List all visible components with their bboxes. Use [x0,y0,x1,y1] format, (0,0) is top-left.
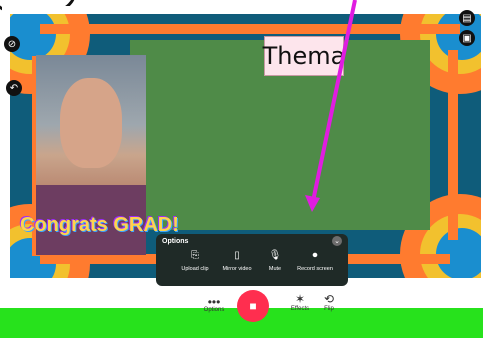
record-button[interactable]: ■ [237,290,269,322]
effects-button-label: Effects [290,306,310,312]
flip-button[interactable]: ⟲ Flip [315,292,343,312]
option-mute-label: Mute [268,266,282,272]
options-title: Options [162,238,189,245]
annotation-arrow-shaft [310,0,357,207]
flip-icon: ⟲ [323,292,335,306]
mirror-video-icon: ▯ [234,250,240,261]
upload-clip-icon: ⎘ [191,250,199,261]
chevron-down-icon[interactable]: ⌄ [332,236,342,246]
microphone-icon: 🎙 [268,250,282,261]
option-mirror-video[interactable]: ▯ Mirror video [218,250,256,282]
option-upload-clip-label: Upload clip [181,266,209,272]
option-mirror-video-label: Mirror video [222,266,252,272]
options-button-label: Options [203,307,225,313]
options-button[interactable]: ••• Options [194,295,234,313]
magic-wand-icon: ✶ [294,292,306,306]
option-mute[interactable]: 🎙 Mute [256,250,294,282]
option-record-screen-label: Record screen [297,266,333,272]
more-icon: ••• [207,295,221,309]
option-upload-clip[interactable]: ⎘ Upload clip [176,250,214,282]
effects-button[interactable]: ✶ Effects [285,292,315,312]
record-screen-icon: ⏺ [312,250,318,261]
option-record-screen[interactable]: ⏺ Record screen [292,250,338,282]
annotation-arrow-head [305,195,320,212]
options-panel: Options ⌄ ⎘ Upload clip ▯ Mirror video 🎙… [156,234,348,286]
camera-icon: ■ [249,299,257,313]
flip-button-label: Flip [324,306,334,312]
